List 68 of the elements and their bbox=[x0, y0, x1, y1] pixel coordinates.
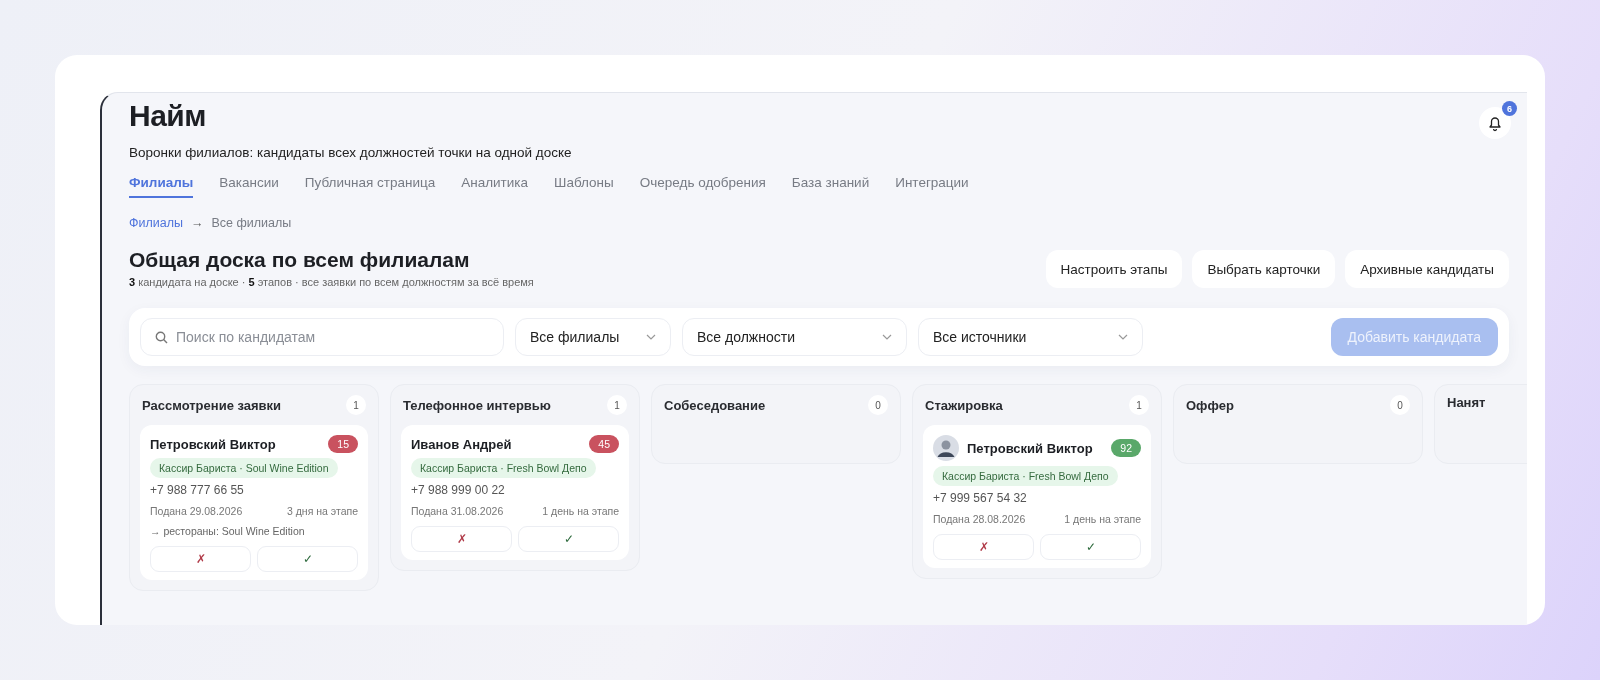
nav-tab[interactable]: База знаний bbox=[791, 175, 870, 198]
search-field[interactable]: Поиск по кандидатам bbox=[140, 318, 504, 356]
stage-count: 1 bbox=[607, 395, 627, 415]
chevron-down-icon bbox=[882, 334, 892, 340]
notification-count: 6 bbox=[1502, 101, 1517, 116]
breadcrumb-current: Все филиалы bbox=[211, 216, 292, 230]
bell-icon bbox=[1487, 114, 1503, 132]
stage-title: Нанят bbox=[1447, 395, 1486, 410]
stage-title: Рассмотрение заявки bbox=[142, 397, 282, 413]
candidate-note: → рестораны: Soul Wine Edition bbox=[150, 525, 306, 537]
nav-tab[interactable]: Шаблоны bbox=[554, 175, 614, 198]
action-button[interactable]: Настроить этапы bbox=[1045, 250, 1183, 288]
position-tag: Кассир Бариста · Fresh Bowl Депо bbox=[411, 458, 596, 478]
score-badge: 92 bbox=[1111, 439, 1141, 457]
stage-count: 0 bbox=[868, 395, 888, 415]
chevron-down-icon bbox=[1118, 334, 1128, 340]
filter-dropdown[interactable]: Все источники bbox=[918, 318, 1143, 356]
candidate-phone: +7 988 777 66 55 bbox=[150, 483, 245, 497]
nav-tab[interactable]: Филиалы bbox=[129, 175, 194, 198]
candidate-name: Петровский Виктор bbox=[150, 436, 277, 452]
search-icon bbox=[155, 331, 168, 344]
stage-count: 1 bbox=[1129, 395, 1149, 415]
submitted-date: Подана 31.08.2026 bbox=[411, 505, 504, 517]
board-title: Общая доска по всем филиалам bbox=[129, 248, 471, 272]
stage-title: Собеседование bbox=[664, 397, 766, 413]
days-on-stage: 1 день на этапе bbox=[1064, 513, 1141, 525]
action-button[interactable]: Выбрать карточки bbox=[1192, 250, 1336, 288]
submitted-date: Подана 28.08.2026 bbox=[933, 513, 1026, 525]
candidate-card[interactable]: Петровский Виктор 92 Кассир Бариста · Fresh Bowl Депо +7 999 567 54 32 Подана 28.08.2026 1 день на этапе ✗ ✓ bbox=[923, 425, 1151, 568]
accept-button[interactable]: ✓ bbox=[1040, 534, 1141, 560]
filter-dropdown[interactable]: Все филиалы bbox=[515, 318, 671, 356]
stage-title: Оффер bbox=[1186, 397, 1234, 413]
action-button[interactable]: Архивные кандидаты bbox=[1345, 250, 1509, 288]
score-badge: 15 bbox=[328, 435, 358, 453]
page-title: Найм bbox=[129, 99, 207, 133]
candidate-name: Иванов Андрей bbox=[411, 436, 513, 452]
candidate-card[interactable]: Петровский Виктор 15 Кассир Бариста · Soul Wine Edition +7 988 777 66 55 Подана 29.08.2026 3 дня на этапе → рестораны: Soul Wine Edition ✗ ✓ bbox=[140, 425, 368, 580]
board-summary: 3 кандидата на доске · 5 этапов · все заявки по всем должностям за всё время bbox=[129, 276, 534, 288]
nav-tab[interactable]: Интеграции bbox=[895, 175, 969, 198]
days-on-stage: 3 дня на этапе bbox=[286, 505, 358, 517]
page-subtitle: Воронки филиалов: кандидаты всех должностей точки на одной доске bbox=[129, 145, 572, 160]
nav-tab[interactable]: Очередь одобрения bbox=[639, 175, 766, 198]
position-tag: Кассир Бариста · Soul Wine Edition bbox=[150, 458, 338, 478]
nav-tab[interactable]: Аналитика bbox=[461, 175, 529, 198]
reject-button[interactable]: ✗ bbox=[933, 534, 1034, 560]
stage-title: Телефонное интервью bbox=[403, 397, 551, 413]
accept-button[interactable]: ✓ bbox=[518, 526, 619, 552]
stage-count: 1 bbox=[346, 395, 366, 415]
position-tag: Кассир Бариста · Fresh Bowl Депо bbox=[933, 466, 1118, 486]
stage-count: 0 bbox=[1390, 395, 1410, 415]
submitted-date: Подана 29.08.2026 bbox=[150, 505, 243, 517]
days-on-stage: 1 день на этапе bbox=[542, 505, 619, 517]
reject-button[interactable]: ✗ bbox=[411, 526, 512, 552]
breadcrumb-link[interactable]: Филиалы bbox=[129, 216, 183, 230]
candidate-phone: +7 999 567 54 32 bbox=[933, 491, 1028, 505]
accept-button[interactable]: ✓ bbox=[257, 546, 358, 572]
nav-tab[interactable]: Публичная страница bbox=[304, 175, 436, 198]
reject-button[interactable]: ✗ bbox=[150, 546, 251, 572]
candidate-card[interactable]: Иванов Андрей 45 Кассир Бариста · Fresh Bowl Депо +7 988 999 00 22 Подана 31.08.2026 1 день на этапе ✗ ✓ bbox=[401, 425, 629, 560]
candidate-name: Петровский Виктор bbox=[967, 440, 1094, 456]
notifications-button[interactable] bbox=[1479, 107, 1511, 139]
score-badge: 45 bbox=[589, 435, 619, 453]
filter-dropdown[interactable]: Все должности bbox=[682, 318, 907, 356]
chevron-down-icon bbox=[646, 334, 656, 340]
breadcrumb-separator: → bbox=[191, 216, 204, 230]
stage-title: Стажировка bbox=[925, 397, 1003, 413]
nav-tab[interactable]: Вакансии bbox=[219, 175, 279, 198]
candidate-phone: +7 988 999 00 22 bbox=[411, 483, 506, 497]
